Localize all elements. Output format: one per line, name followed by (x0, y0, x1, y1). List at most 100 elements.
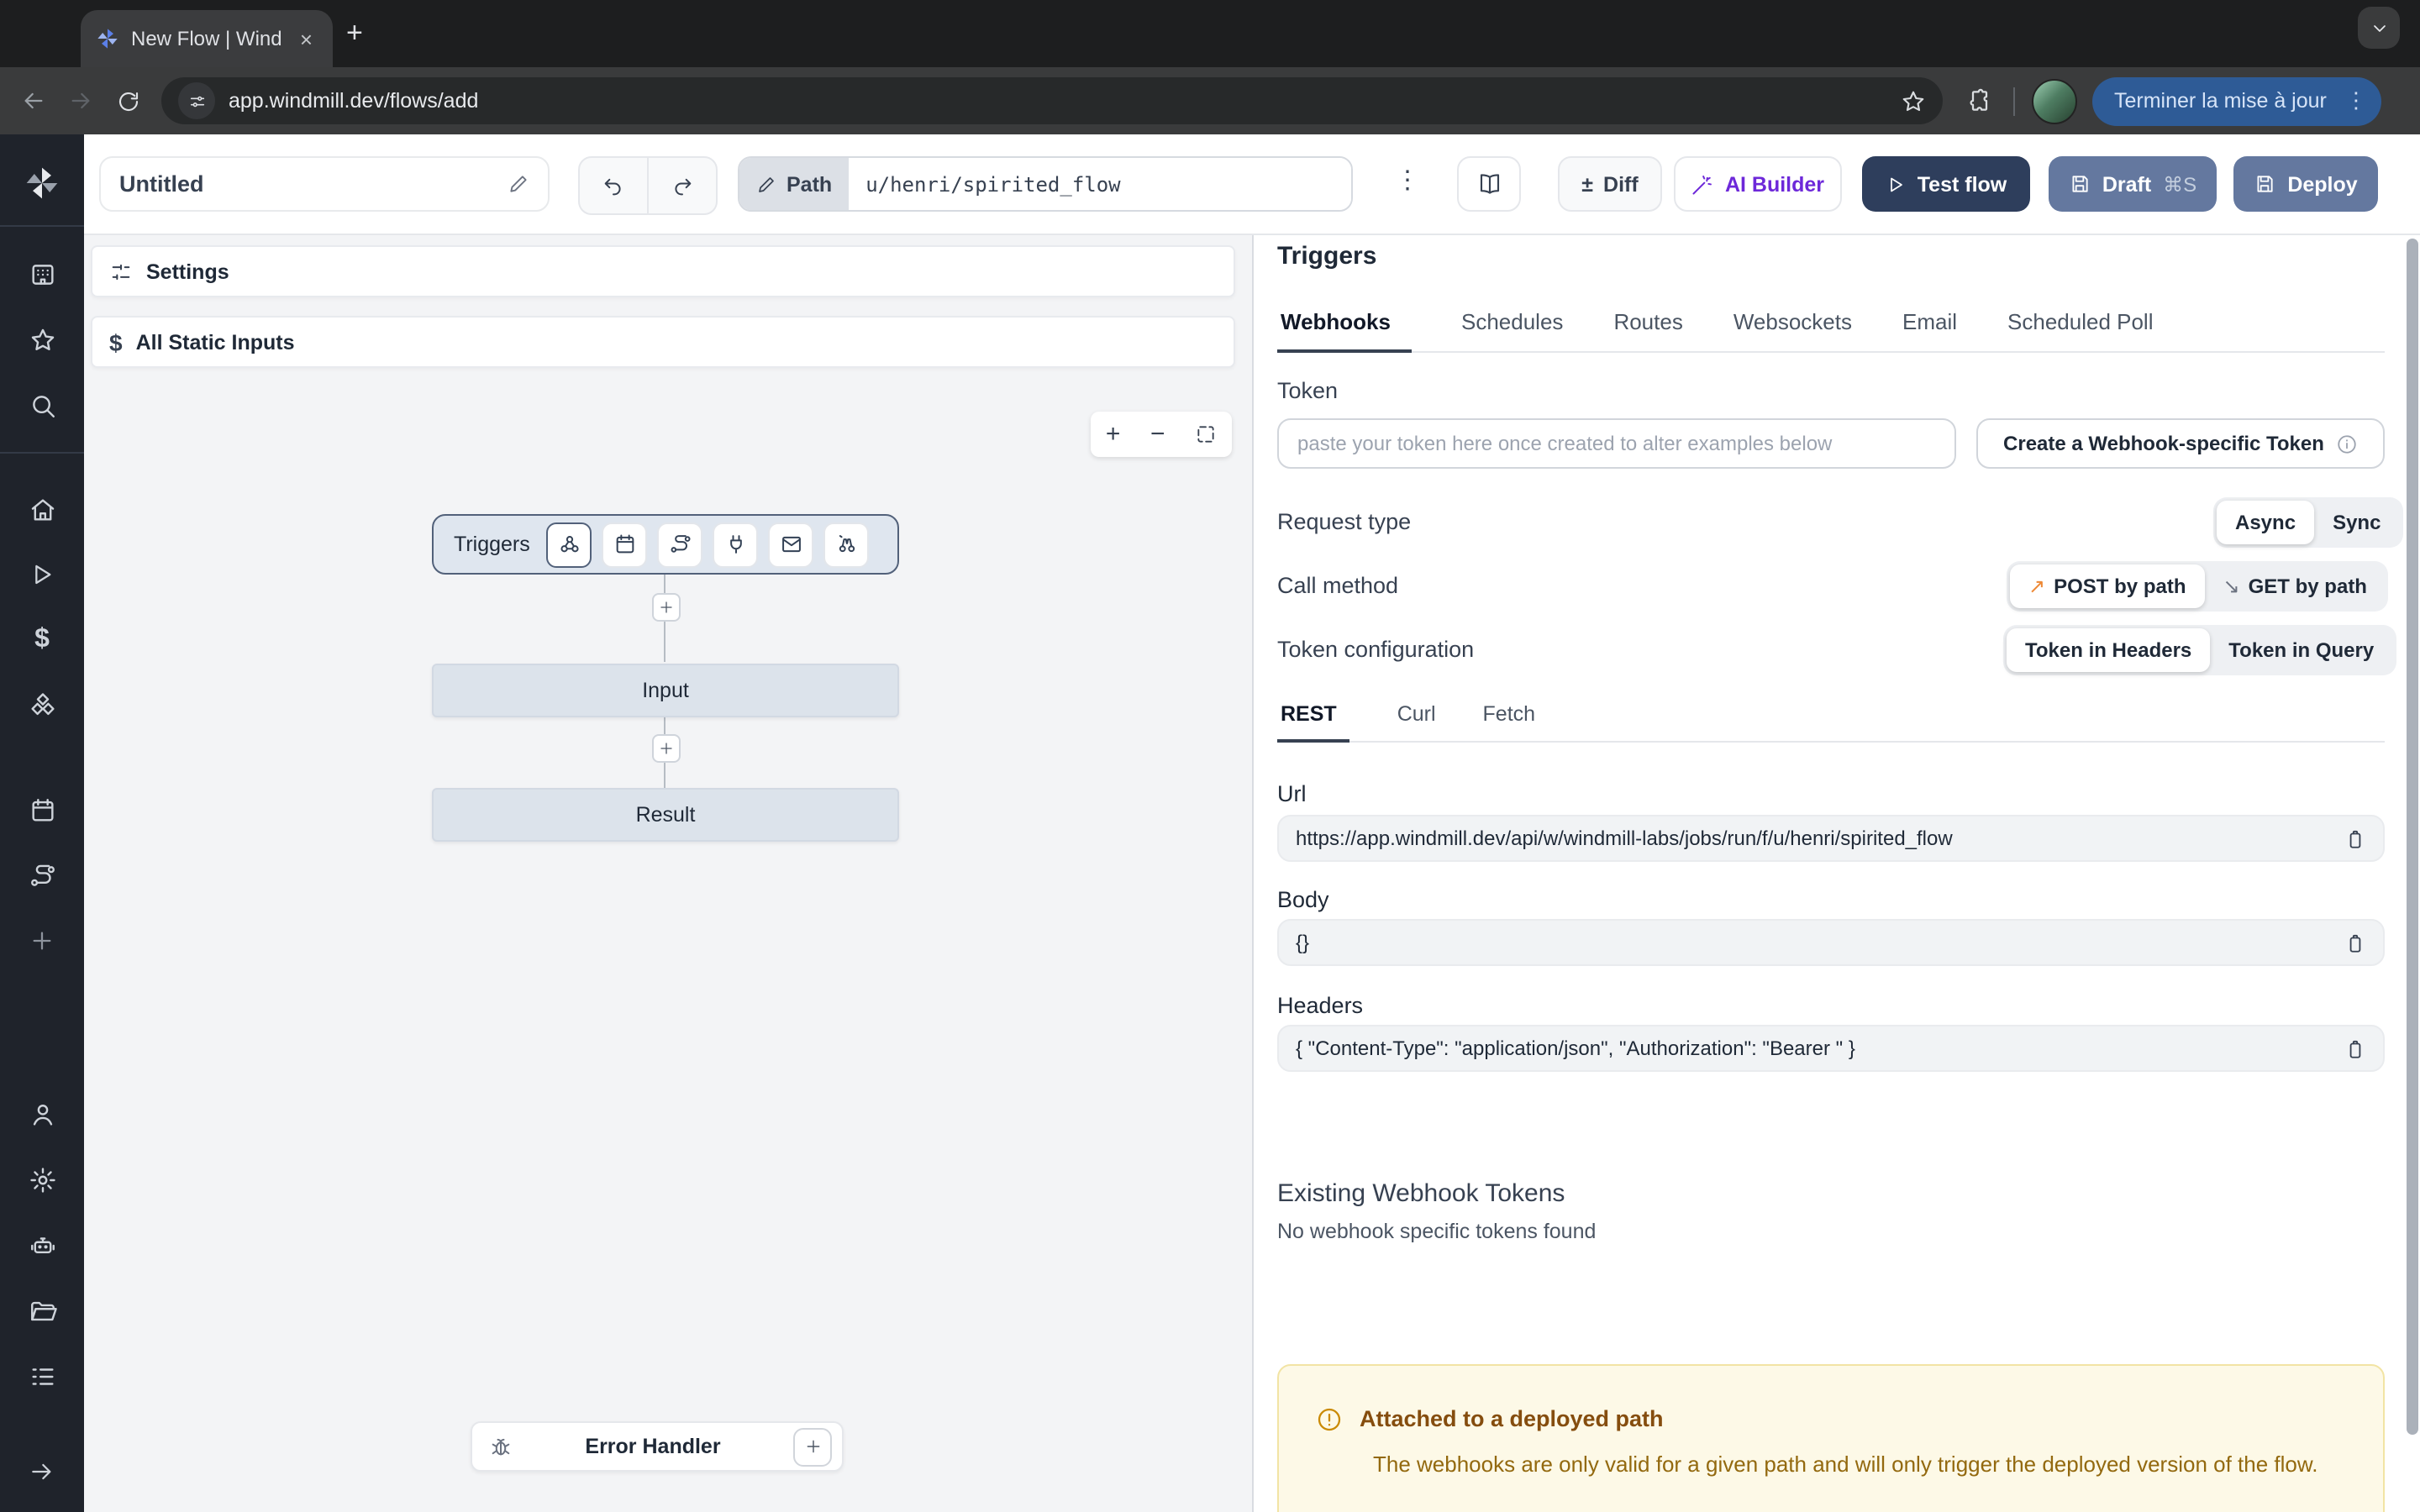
token-in-query-option[interactable]: Token in Query (2210, 628, 2392, 672)
input-node[interactable]: Input (432, 664, 899, 717)
browser-tab[interactable]: New Flow | Windmill × (81, 10, 333, 67)
path-chip[interactable]: Path (739, 158, 849, 210)
panel-scrollbar[interactable] (2407, 239, 2418, 1435)
deploy-button[interactable]: Deploy (2233, 156, 2378, 212)
diff-button[interactable]: ± Diff (1558, 156, 1662, 212)
flow-settings-bar[interactable]: Settings (91, 245, 1235, 297)
create-webhook-token-button[interactable]: Create a Webhook-specific Token (1976, 418, 2385, 469)
folders-icon[interactable] (15, 1284, 69, 1337)
token-in-headers-option[interactable]: Token in Headers (2007, 628, 2210, 672)
redo-button[interactable] (647, 158, 716, 213)
windmill-logo[interactable] (24, 165, 60, 202)
websocket-plug-trigger-icon[interactable] (713, 522, 759, 567)
resources-icon[interactable] (15, 679, 69, 732)
existing-tokens-title: Existing Webhook Tokens (1277, 1179, 1565, 1208)
extensions-icon[interactable] (1966, 87, 1993, 114)
tab-scheduled-poll[interactable]: Scheduled Poll (2007, 309, 2153, 351)
draft-label: Draft (2102, 172, 2151, 196)
browser-toolbar: app.windmill.dev/flows/add Terminer la m… (0, 67, 2420, 134)
triggers-node-label: Triggers (454, 533, 530, 556)
routes-icon[interactable] (15, 848, 69, 902)
copy-headers-icon[interactable] (2344, 1037, 2366, 1059)
tab-websockets[interactable]: Websockets (1733, 309, 1852, 351)
async-option[interactable]: Async (2217, 501, 2314, 544)
flow-editor-header: Untitled Path ⋮ ± Diff (84, 134, 2420, 235)
path-label: Path (786, 172, 832, 196)
webhook-url-field: https://app.windmill.dev/api/w/windmill-… (1277, 815, 2385, 862)
reload-icon[interactable] (104, 77, 151, 124)
post-by-path-option[interactable]: ↗ POST by path (2010, 564, 2205, 608)
info-icon (2336, 433, 2358, 454)
result-node-label: Result (636, 803, 696, 827)
test-flow-button[interactable]: Test flow (1862, 156, 2030, 212)
search-icon[interactable] (15, 378, 69, 432)
workspace-icon[interactable] (15, 247, 69, 301)
token-config-label: Token configuration (1277, 637, 1474, 662)
favorites-icon[interactable] (15, 312, 69, 366)
tab-schedules[interactable]: Schedules (1461, 309, 1563, 351)
path-input[interactable] (849, 158, 1351, 210)
forward-icon[interactable] (57, 77, 104, 124)
browser-menu-kebab-icon[interactable]: ⋮ (2340, 87, 2372, 114)
undo-button[interactable] (580, 158, 647, 213)
fit-view-button[interactable] (1195, 423, 1217, 445)
user-icon[interactable] (15, 1087, 69, 1141)
home-icon[interactable] (15, 482, 69, 536)
variables-icon[interactable]: $ (15, 613, 69, 667)
settings-gear-icon[interactable] (15, 1152, 69, 1206)
sync-option[interactable]: Sync (2314, 501, 2399, 544)
toolbar-divider (2013, 87, 2015, 115)
tab-webhooks[interactable]: Webhooks (1277, 309, 1411, 353)
site-settings-icon[interactable] (178, 82, 215, 119)
save-draft-button[interactable]: Draft ⌘S (2049, 156, 2217, 212)
input-node-label: Input (642, 679, 689, 702)
copy-url-icon[interactable] (2344, 827, 2366, 849)
profile-avatar[interactable] (2032, 78, 2077, 123)
add-step-button[interactable] (652, 593, 681, 622)
add-step-button[interactable] (652, 734, 681, 763)
webhook-trigger-icon[interactable] (547, 522, 592, 567)
plus-minus-icon: ± (1581, 172, 1593, 196)
email-trigger-icon[interactable] (769, 522, 814, 567)
more-options-kebab-icon[interactable]: ⋮ (1395, 165, 1420, 195)
tab-close-icon[interactable]: × (295, 26, 318, 51)
panel-heading: Triggers (1277, 242, 1376, 270)
back-icon[interactable] (10, 77, 57, 124)
workers-robot-icon[interactable] (15, 1218, 69, 1272)
flow-name-box[interactable]: Untitled (99, 156, 550, 212)
add-error-handler-button[interactable] (793, 1427, 832, 1466)
zoom-out-button[interactable]: − (1150, 420, 1165, 449)
token-label: Token (1277, 378, 1338, 403)
token-input[interactable] (1277, 418, 1956, 469)
route-trigger-icon[interactable] (658, 522, 703, 567)
url-bar[interactable]: app.windmill.dev/flows/add (161, 77, 1943, 124)
docs-button[interactable] (1457, 156, 1521, 212)
all-static-inputs-bar[interactable]: $ All Static Inputs (91, 316, 1235, 368)
tab-search-chevron-icon[interactable] (2358, 7, 2400, 49)
expand-sidebar-arrow-icon[interactable] (15, 1445, 69, 1499)
new-tab-button[interactable]: + (346, 18, 363, 47)
tab-curl[interactable]: Curl (1397, 702, 1436, 741)
edit-name-pencil-icon[interactable] (508, 173, 529, 195)
tab-fetch[interactable]: Fetch (1483, 702, 1536, 741)
triggers-node[interactable]: Triggers (432, 514, 899, 575)
tab-email[interactable]: Email (1902, 309, 1957, 351)
scheduled-poll-trigger-icon[interactable] (824, 522, 870, 567)
schedule-trigger-icon[interactable] (602, 522, 648, 567)
logs-list-icon[interactable] (15, 1349, 69, 1403)
ai-builder-button[interactable]: AI Builder (1674, 156, 1842, 212)
copy-body-icon[interactable] (2344, 932, 2366, 953)
tab-rest[interactable]: REST (1277, 702, 1350, 743)
runs-icon[interactable] (15, 548, 69, 601)
result-node[interactable]: Result (432, 788, 899, 842)
triggers-detail-panel: Triggers Webhooks Schedules Routes Webso… (1254, 235, 2420, 1512)
browser-update-button[interactable]: Terminer la mise à jour ⋮ (2092, 76, 2382, 125)
schedules-icon[interactable] (15, 783, 69, 837)
create-plus-icon[interactable] (15, 914, 69, 968)
bookmark-star-icon[interactable] (1901, 88, 1926, 113)
get-by-path-option[interactable]: ↘ GET by path (2205, 564, 2386, 608)
zoom-in-button[interactable]: + (1106, 420, 1121, 449)
tab-routes[interactable]: Routes (1613, 309, 1682, 351)
error-handler-node[interactable]: Error Handler (471, 1421, 844, 1472)
book-icon (1476, 171, 1502, 197)
